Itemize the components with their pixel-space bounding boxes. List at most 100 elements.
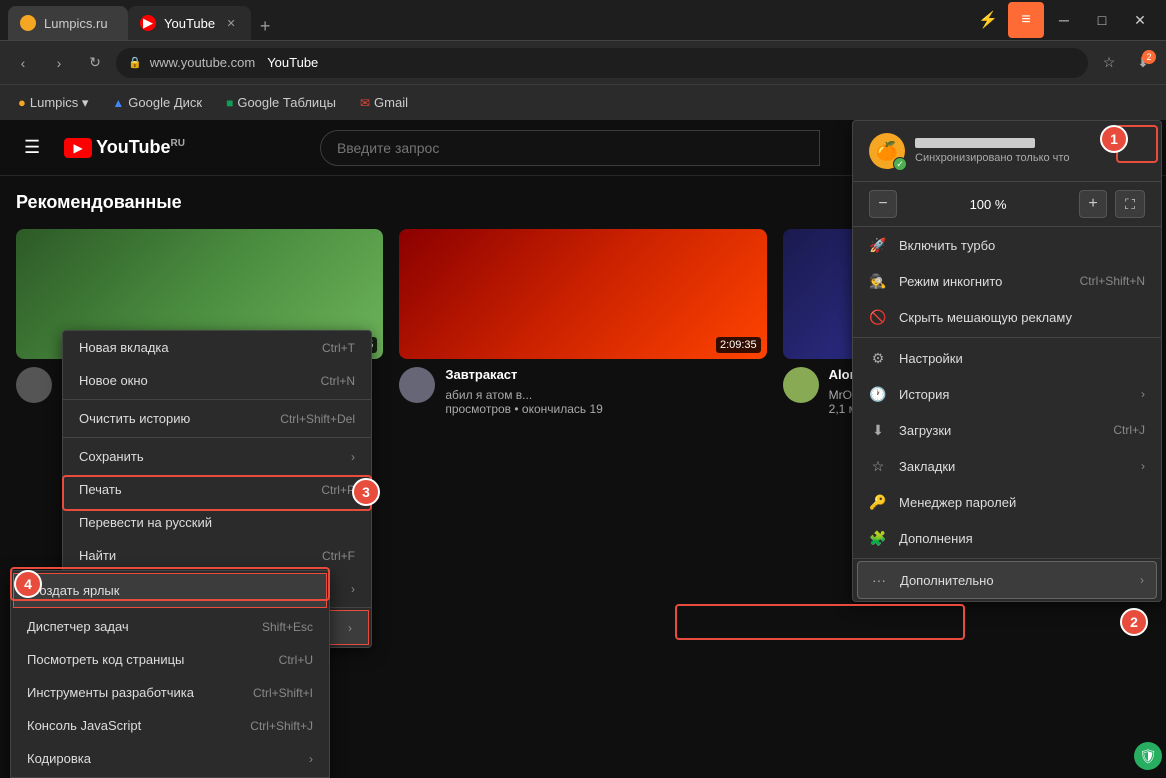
bookmarks-bar: ● Lumpics ▾ ▲ Google Диск ■ Google Табли… [0,84,1166,120]
ctx-view-source[interactable]: Посмотреть код страницы Ctrl+U [11,643,329,676]
menu-item-downloads-label: Загрузки [899,423,1101,438]
incognito-menu-icon: 🕵 [869,272,887,290]
yt-logo-text: YouTubeRU [96,137,185,158]
ctx-edit-arrow: › [351,582,355,596]
ctx-print[interactable]: Печать Ctrl+P [63,473,371,506]
downloads-button[interactable]: ⬇ 2 [1128,48,1158,78]
yt-video-card-1[interactable]: 2:09:35 Завтракаст абил я атом в... прос… [399,229,766,416]
ctx-devtools[interactable]: Инструменты разработчика Ctrl+Shift+I [11,676,329,709]
bookmark-gdrive[interactable]: ▲ Google Диск [106,91,208,114]
ctx-new-window[interactable]: Новое окно Ctrl+N [63,364,371,397]
lock-icon: 🔒 [128,56,142,69]
tab-youtube[interactable]: ▶ YouTube ✕ [128,6,251,40]
nav-right-buttons: ☆ ⬇ 2 [1094,48,1158,78]
ctx-save-arrow: › [351,450,355,464]
menu-item-adblock-label: Скрыть мешающую рекламу [899,310,1145,325]
ctx-task-manager[interactable]: Диспетчер задач Shift+Esc [11,610,329,643]
yt-duration-1: 2:09:35 [716,337,761,353]
bookmark-gmail[interactable]: ✉ Gmail [354,91,414,114]
yt-search-input[interactable] [320,130,820,166]
sync-badge: ✓ [893,157,907,171]
menu-item-passwords-label: Менеджер паролей [899,495,1145,510]
yt-card-text-1: Завтракаст абил я атом в... просмотров •… [445,367,603,416]
page-content: ☰ ▶ YouTubeRU 🔔 Рекомендованные [0,120,1166,778]
menu-item-advanced[interactable]: ··· Дополнительно › [857,561,1157,599]
security-shield-icon[interactable]: 🛡 [1134,742,1162,770]
menu-profile-sync: Синхронизировано только что [915,152,1069,164]
ctx-save[interactable]: Сохранить › [63,440,371,473]
lumpics-favicon [20,15,36,31]
bookmark-lumpics[interactable]: ● Lumpics ▾ [12,91,94,115]
yt-card-meta-1: просмотров • окончилась 19 [445,402,603,416]
menu-item-passwords[interactable]: 🔑 Менеджер паролей [853,484,1161,520]
window-controls: ⚡ ≡ ─ □ ✕ [970,2,1158,38]
ctx-encoding-label: Кодировка [27,751,301,766]
ctx-console[interactable]: Консоль JavaScript Ctrl+Shift+J [11,709,329,742]
yt-card-info-1: Завтракаст абил я атом в... просмотров •… [399,367,766,416]
zoom-out-button[interactable]: − [869,190,897,218]
ctx-clear-history-shortcut: Ctrl+Shift+Del [280,412,355,426]
ctx-print-label: Печать [79,482,321,497]
gsheets-icon: ■ [226,96,233,110]
menu-item-settings[interactable]: ⚙ Настройки [853,340,1161,376]
ctx-console-shortcut: Ctrl+Shift+J [250,719,313,733]
yt-logo[interactable]: ▶ YouTubeRU [64,137,185,158]
advanced-menu-icon: ··· [870,571,888,589]
ctx-translate-label: Перевести на русский [79,515,355,530]
menu-item-turbo[interactable]: 🚀 Включить турбо [853,227,1161,263]
ctx-view-source-label: Посмотреть код страницы [27,652,279,667]
yt-channel-icon-1 [399,367,435,403]
zoom-in-button[interactable]: + [1079,190,1107,218]
menu-item-incognito[interactable]: 🕵 Режим инкогнито Ctrl+Shift+N [853,263,1161,299]
ctx-find[interactable]: Найти Ctrl+F [63,539,371,572]
ctx-print-shortcut: Ctrl+P [321,483,355,497]
minimize-button[interactable]: ─ [1046,2,1082,38]
menu-zoom-row: − 100 % + ⛶ [853,182,1161,227]
tab-lumpics[interactable]: Lumpics.ru [8,6,128,40]
turbo-menu-icon: 🚀 [869,236,887,254]
yt-channel-icon-0 [16,367,52,403]
bookmark-gsheets-label: Google Таблицы [237,95,336,110]
browser-window: Lumpics.ru ▶ YouTube ✕ + ⚡ ≡ ─ □ ✕ ‹ › ↻… [0,0,1166,778]
tab-close-button[interactable]: ✕ [223,15,239,31]
yt-menu-icon[interactable]: ☰ [16,129,48,166]
fullscreen-button[interactable]: ⛶ [1115,190,1145,218]
ctx-create-shortcut[interactable]: Создать ярлык [13,573,327,608]
ctx-clear-history-label: Очистить историю [79,411,280,426]
menu-item-history[interactable]: 🕐 История › [853,376,1161,412]
new-tab-button[interactable]: + [251,12,279,40]
bookmark-gmail-label: Gmail [374,95,408,110]
yt-card-title-1: Завтракаст [445,367,603,384]
maximize-button[interactable]: □ [1084,2,1120,38]
ctx-encoding[interactable]: Кодировка › [11,742,329,775]
bookmark-gsheets[interactable]: ■ Google Таблицы [220,91,342,114]
downloads-badge: 2 [1142,50,1156,64]
bookmarks-menu-icon: ☆ [869,457,887,475]
close-button[interactable]: ✕ [1122,2,1158,38]
ctx-translate[interactable]: Перевести на русский [63,506,371,539]
annotation-1: 1 [1100,125,1128,153]
menu-item-bookmarks[interactable]: ☆ Закладки › [853,448,1161,484]
menu-profile-name [915,138,1035,148]
tab-area: Lumpics.ru ▶ YouTube ✕ + [8,0,966,40]
back-button[interactable]: ‹ [8,48,38,78]
ctx-new-tab[interactable]: Новая вкладка Ctrl+T [63,331,371,364]
youtube-favicon: ▶ [140,15,156,31]
tab-youtube-label: YouTube [164,16,215,31]
turbo-icon[interactable]: ⚡ [970,2,1006,38]
menu-item-downloads[interactable]: ⬇ Загрузки Ctrl+J [853,412,1161,448]
bookmarks-arrow-icon: › [1141,459,1145,473]
ctx-clear-history[interactable]: Очистить историю Ctrl+Shift+Del [63,402,371,435]
ctx-create-shortcut-label: Создать ярлык [30,583,310,598]
address-bar[interactable]: 🔒 www.youtube.com YouTube [116,48,1088,78]
bookmark-button[interactable]: ☆ [1094,48,1124,78]
menu-button[interactable]: ≡ [1008,2,1044,38]
refresh-button[interactable]: ↻ [80,48,110,78]
menu-divider-2 [853,558,1161,559]
forward-button[interactable]: › [44,48,74,78]
bookmark-lumpics-label: Lumpics ▾ [30,95,89,111]
menu-item-extensions[interactable]: 🧩 Дополнения [853,520,1161,556]
browser-menu: 🍊 ✓ Синхронизировано только что − 100 % … [852,120,1162,602]
menu-item-adblock[interactable]: 🚫 Скрыть мешающую рекламу [853,299,1161,335]
menu-item-incognito-shortcut: Ctrl+Shift+N [1080,274,1145,288]
